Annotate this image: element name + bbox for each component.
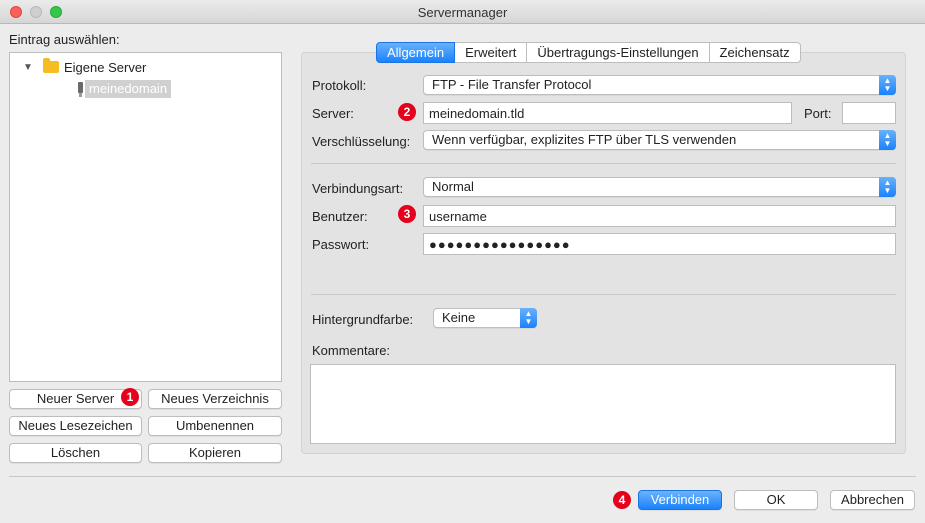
- protocol-value: FTP - File Transfer Protocol: [432, 77, 592, 92]
- select-arrows-icon: ▲ ▼: [520, 308, 537, 328]
- tree-item-meinedomain[interactable]: meinedomain: [85, 80, 172, 98]
- protocol-select[interactable]: FTP - File Transfer Protocol ▲ ▼: [423, 75, 896, 95]
- title-bar: Servermanager: [0, 0, 925, 24]
- separator: [311, 294, 896, 295]
- protocol-label: Protokoll:: [312, 78, 367, 93]
- user-label: Benutzer:: [312, 209, 368, 224]
- encryption-value: Wenn verfügbar, explizites FTP über TLS …: [432, 132, 737, 147]
- window-title: Servermanager: [417, 5, 508, 20]
- new-bookmark-button[interactable]: Neues Lesezeichen: [9, 416, 142, 436]
- server-label: Server:: [312, 106, 354, 121]
- background-color-value: Keine: [442, 310, 476, 325]
- logon-type-label: Verbindungsart:: [312, 181, 404, 196]
- logon-type-value: Normal: [432, 179, 474, 194]
- background-color-select[interactable]: Keine ▲ ▼: [433, 308, 537, 328]
- ok-button[interactable]: OK: [734, 490, 818, 510]
- folder-icon: [43, 58, 59, 73]
- password-label: Passwort:: [312, 237, 370, 252]
- port-label: Port:: [804, 106, 832, 121]
- tab-zeichensatz[interactable]: Zeichensatz: [709, 42, 801, 63]
- expand-arrow-icon[interactable]: ▼: [23, 62, 33, 73]
- server-icon: [78, 82, 83, 97]
- select-arrows-icon: ▲ ▼: [879, 75, 896, 95]
- port-input[interactable]: [842, 102, 896, 124]
- step-badge-2: 2: [398, 103, 416, 121]
- server-input[interactable]: [423, 102, 792, 124]
- cancel-button[interactable]: Abbrechen: [830, 490, 915, 510]
- comments-label: Kommentare:: [312, 343, 391, 358]
- tab-allgemein[interactable]: Allgemein: [376, 42, 456, 63]
- step-badge-3: 3: [398, 205, 416, 223]
- tab-erweitert[interactable]: Erweitert: [455, 42, 528, 63]
- select-arrows-icon: ▲ ▼: [879, 130, 896, 150]
- comments-textarea[interactable]: [310, 364, 896, 444]
- logon-type-select[interactable]: Normal ▲ ▼: [423, 177, 896, 197]
- separator: [311, 163, 896, 164]
- background-color-label: Hintergrundfarbe:: [312, 312, 414, 327]
- new-folder-button[interactable]: Neues Verzeichnis: [148, 389, 282, 409]
- footer-separator: [9, 476, 916, 477]
- server-tree[interactable]: ▼ Eigene Server meinedomain: [9, 52, 282, 382]
- select-arrows-icon: ▲ ▼: [879, 177, 896, 197]
- step-badge-4: 4: [613, 491, 631, 509]
- entry-select-heading: Eintrag auswählen:: [9, 32, 120, 47]
- password-input[interactable]: [423, 233, 896, 255]
- encryption-label: Verschlüsselung:: [312, 134, 411, 149]
- tree-folder-eigene-server[interactable]: Eigene Server: [64, 60, 146, 75]
- step-badge-1: 1: [121, 388, 139, 406]
- encryption-select[interactable]: Wenn verfügbar, explizites FTP über TLS …: [423, 130, 896, 150]
- tab-uebertragungs-einstellungen[interactable]: Übertragungs-Einstellungen: [527, 42, 710, 63]
- rename-button[interactable]: Umbenennen: [148, 416, 282, 436]
- copy-button[interactable]: Kopieren: [148, 443, 282, 463]
- delete-button[interactable]: Löschen: [9, 443, 142, 463]
- user-input[interactable]: [423, 205, 896, 227]
- settings-tabs: Allgemein Erweitert Übertragungs-Einstel…: [376, 42, 801, 64]
- connect-button[interactable]: Verbinden: [638, 490, 722, 510]
